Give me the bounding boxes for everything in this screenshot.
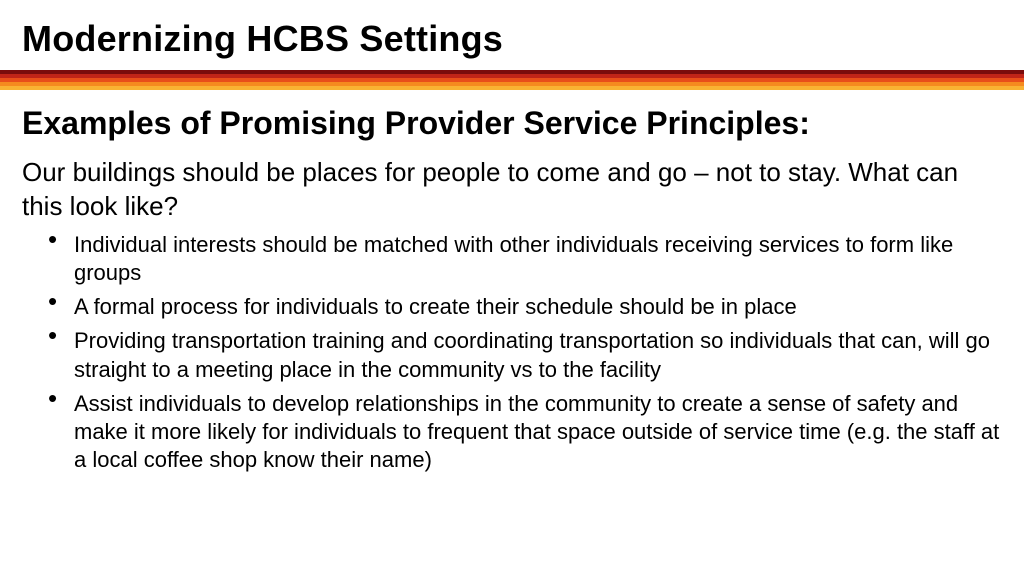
page-title: Modernizing HCBS Settings <box>0 0 1024 70</box>
bullet-list: Individual interests should be matched w… <box>22 231 1002 474</box>
divider-stripes <box>0 70 1024 90</box>
list-item: Individual interests should be matched w… <box>74 231 1002 287</box>
slide: Modernizing HCBS Settings Examples of Pr… <box>0 0 1024 576</box>
list-item: Assist individuals to develop relationsh… <box>74 390 1002 474</box>
list-item: Providing transportation training and co… <box>74 327 1002 383</box>
content-area: Examples of Promising Provider Service P… <box>0 90 1024 474</box>
lead-paragraph: Our buildings should be places for peopl… <box>22 156 1002 223</box>
subtitle: Examples of Promising Provider Service P… <box>22 104 1002 142</box>
list-item: A formal process for individuals to crea… <box>74 293 1002 321</box>
